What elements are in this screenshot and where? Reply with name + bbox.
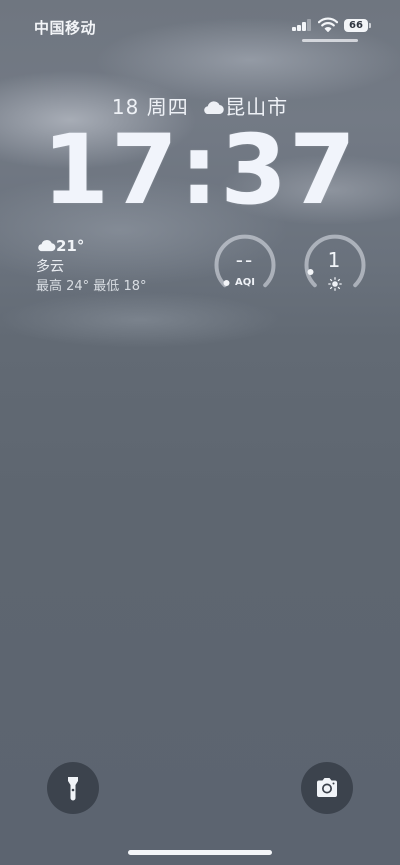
aqi-label: AQI	[235, 277, 255, 288]
status-bar: 中国移动 66	[0, 0, 400, 50]
flashlight-button[interactable]	[47, 762, 99, 814]
control-center-indicator[interactable]	[302, 39, 358, 42]
uv-index-widget[interactable]: 1	[304, 234, 366, 296]
weather-widget[interactable]: 21° 多云 最高 24° 最低 18°	[36, 236, 196, 296]
temperature-range: 最高 24° 最低 18°	[36, 279, 147, 294]
flashlight-icon	[68, 777, 78, 801]
battery-icon: 66	[344, 19, 371, 32]
lock-screen-clock: 17:37	[42, 114, 358, 226]
aqi-widget[interactable]: -- AQI	[214, 234, 276, 296]
cloud-icon	[202, 96, 224, 115]
aqi-value: --	[235, 248, 255, 272]
weather-condition: 多云	[36, 259, 64, 275]
uv-index-value: 1	[327, 248, 343, 272]
sun-icon	[328, 277, 342, 291]
camera-button[interactable]	[301, 762, 353, 814]
cloud-icon	[36, 237, 56, 252]
home-indicator[interactable]	[128, 850, 272, 855]
camera-icon	[317, 778, 337, 797]
battery-percent: 66	[344, 19, 368, 32]
current-temperature: 21°	[56, 237, 85, 255]
carrier-name: 中国移动	[34, 19, 97, 37]
weather-temp-row: 21°	[36, 236, 84, 256]
wifi-icon	[317, 17, 339, 32]
lock-screen: 中国移动 66 18 周四 昆山市 17:37 21° 多云 最高 24° 最低…	[0, 0, 400, 865]
cellular-signal-icon	[292, 19, 312, 31]
